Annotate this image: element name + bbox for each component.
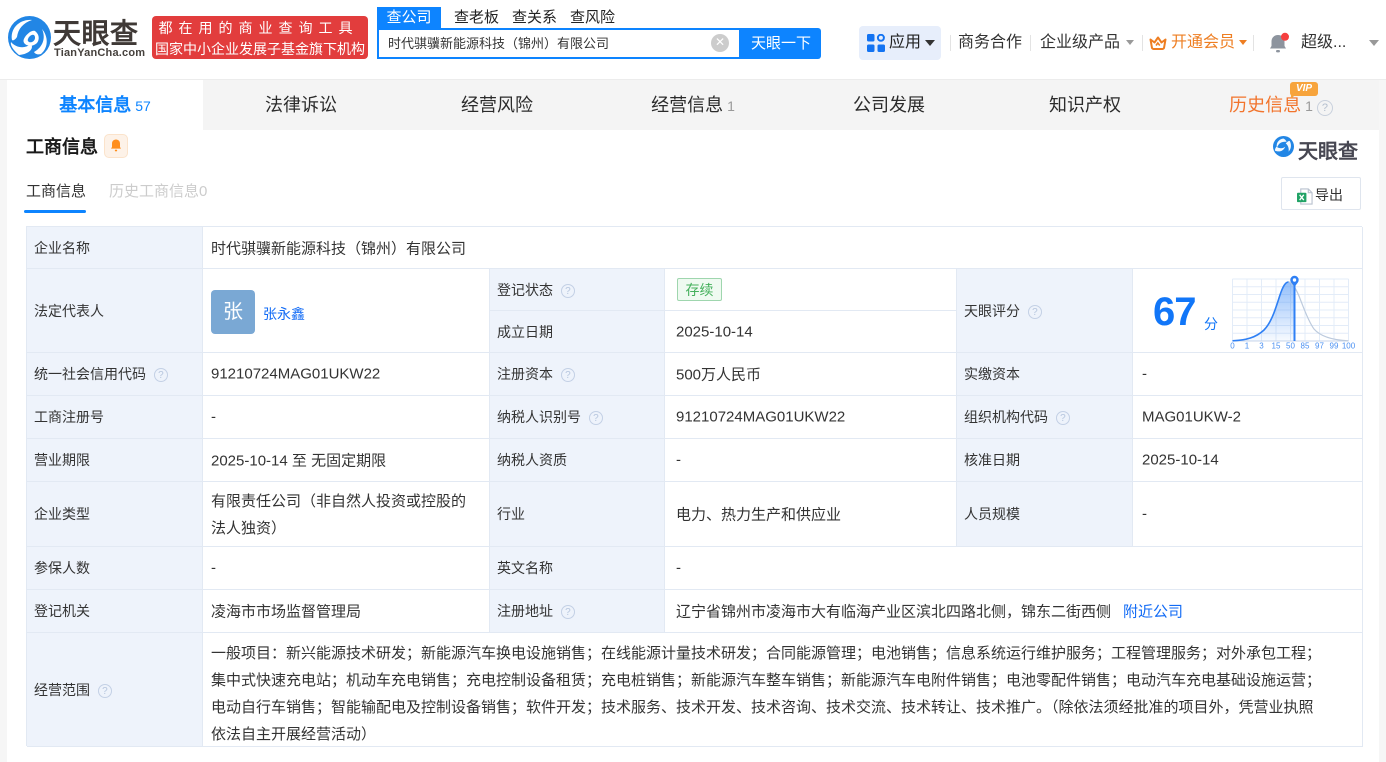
svg-text:0: 0 bbox=[1230, 342, 1235, 350]
svg-text:97: 97 bbox=[1315, 342, 1324, 350]
svg-text:15: 15 bbox=[1272, 342, 1281, 350]
svg-text:1: 1 bbox=[1245, 342, 1250, 350]
svg-text:100: 100 bbox=[1342, 342, 1356, 350]
svg-text:3: 3 bbox=[1259, 342, 1264, 350]
svg-text:85: 85 bbox=[1301, 342, 1310, 350]
svg-text:50: 50 bbox=[1286, 342, 1295, 350]
svg-text:99: 99 bbox=[1330, 342, 1339, 350]
